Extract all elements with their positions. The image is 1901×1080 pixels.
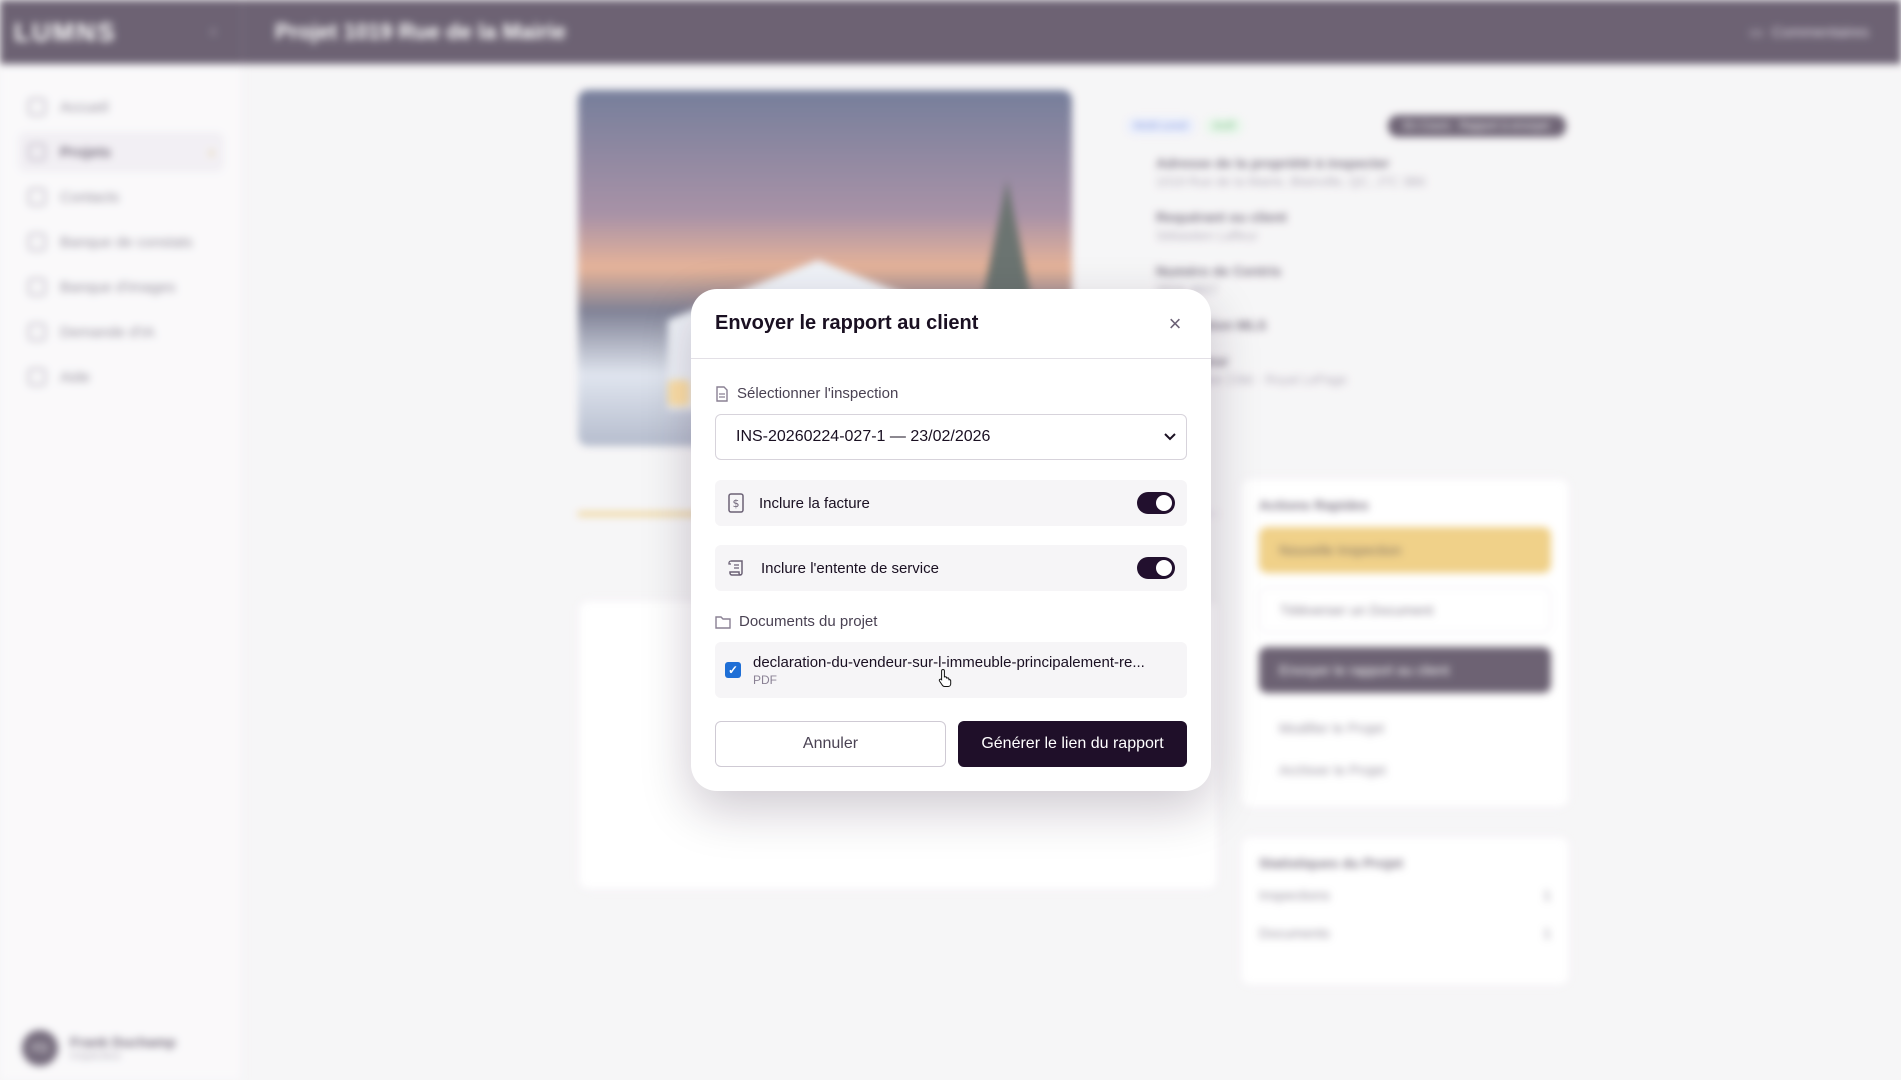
- include-agreement-row: Inclure l'entente de service: [715, 545, 1187, 591]
- section-label-text: Documents du projet: [739, 613, 878, 630]
- toggle-knob: [1156, 560, 1172, 576]
- close-icon[interactable]: ×: [1163, 311, 1187, 336]
- folder-open-icon: [715, 615, 731, 629]
- dialog-body: Sélectionner l'inspection INS-20260224-0…: [691, 385, 1211, 698]
- dialog-header: Envoyer le rapport au client ×: [691, 289, 1211, 359]
- dialog-footer: Annuler Générer le lien du rapport: [715, 721, 1187, 767]
- document-checkbox[interactable]: ✓: [725, 662, 741, 678]
- document-info: declaration-du-vendeur-sur-l-immeuble-pr…: [753, 654, 1173, 687]
- include-invoice-label: Inclure la facture: [759, 494, 870, 512]
- document-icon: [715, 385, 729, 402]
- include-invoice-toggle[interactable]: [1137, 492, 1175, 514]
- document-type: PDF: [753, 672, 777, 687]
- selected-inspection: INS-20260224-027-1 — 23/02/2026: [736, 428, 991, 445]
- scroll-icon: [727, 558, 747, 578]
- send-report-dialog: Envoyer le rapport au client × Sélection…: [691, 289, 1211, 791]
- cancel-button[interactable]: Annuler: [715, 721, 946, 767]
- dialog-title: Envoyer le rapport au client: [715, 312, 979, 334]
- section-label-text: Sélectionner l'inspection: [737, 385, 899, 402]
- svg-text:$: $: [733, 497, 740, 510]
- chevron-down-icon: [1164, 428, 1176, 446]
- invoice-icon: $: [727, 493, 745, 513]
- include-agreement-toggle[interactable]: [1137, 557, 1175, 579]
- include-agreement-label: Inclure l'entente de service: [761, 559, 939, 577]
- generate-report-link-button[interactable]: Générer le lien du rapport: [958, 721, 1187, 767]
- include-invoice-row: $ Inclure la facture: [715, 480, 1187, 526]
- toggle-knob: [1156, 495, 1172, 511]
- inspection-select[interactable]: INS-20260224-027-1 — 23/02/2026: [715, 414, 1187, 460]
- project-documents-label: Documents du projet: [715, 613, 1187, 630]
- inspection-select-label: Sélectionner l'inspection: [715, 385, 1187, 402]
- document-name: declaration-du-vendeur-sur-l-immeuble-pr…: [753, 653, 1145, 671]
- hand-cursor-icon: [938, 668, 952, 687]
